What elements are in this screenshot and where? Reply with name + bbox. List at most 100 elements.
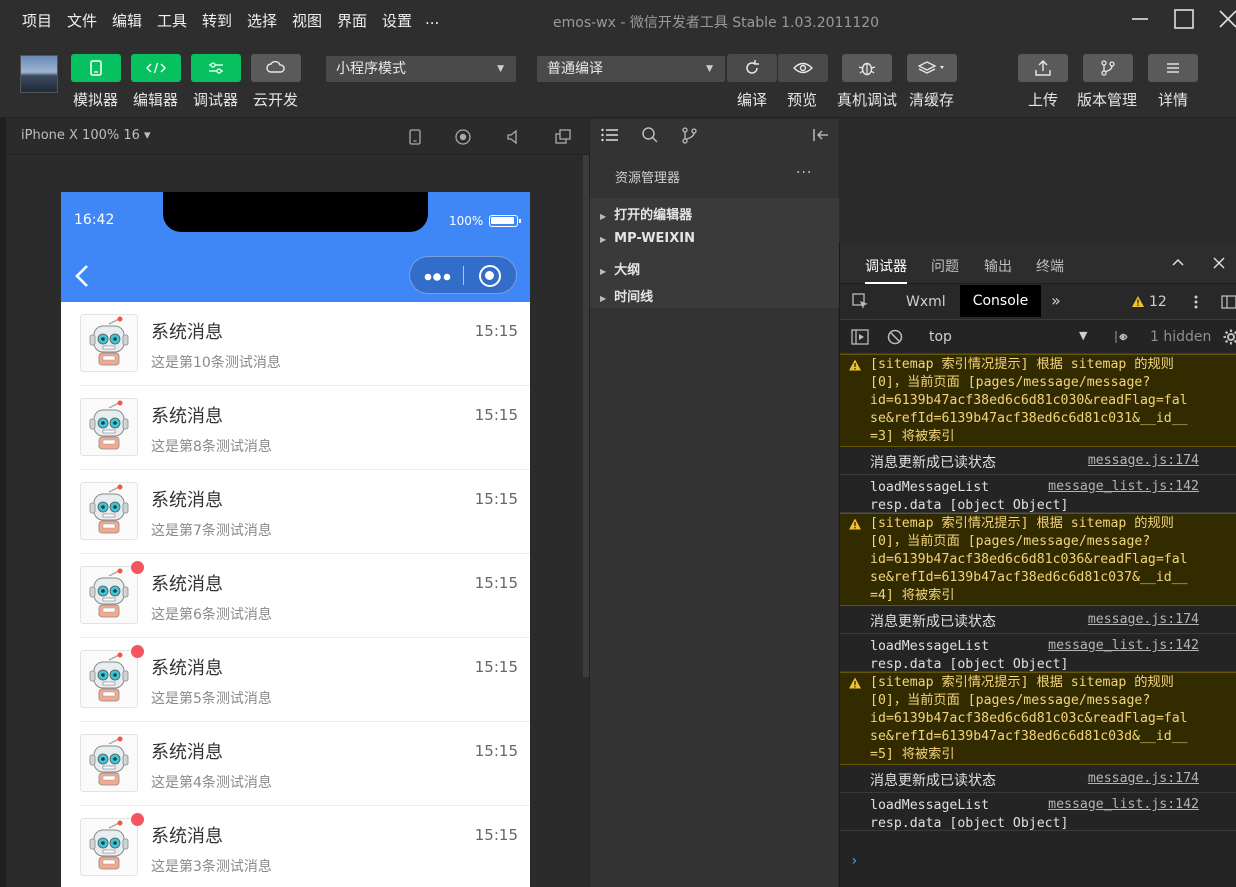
message-subtitle: 这是第6条测试消息: [151, 607, 272, 623]
details-button[interactable]: [1148, 54, 1198, 82]
more-tabs-icon[interactable]: »: [1051, 291, 1061, 310]
menu-select[interactable]: 选择: [247, 10, 277, 31]
inspect-element-icon[interactable]: [852, 293, 870, 311]
console-warning[interactable]: [sitemap 索引情况提示] 根据 sitemap 的规则 [0]，当前页面…: [840, 513, 1236, 606]
kebab-menu-icon[interactable]: [1193, 294, 1199, 310]
compile-label: 编译: [737, 91, 768, 109]
simulator-button[interactable]: [71, 54, 121, 82]
menu-interface[interactable]: 界面: [337, 10, 367, 31]
chevron-up-icon[interactable]: [1171, 256, 1185, 268]
mode-select[interactable]: 小程序模式 ▼: [326, 56, 516, 82]
tree-open-editors[interactable]: ▶ 打开的编辑器: [600, 204, 692, 223]
console-warning[interactable]: [sitemap 索引情况提示] 根据 sitemap 的规则 [0]，当前页面…: [840, 354, 1236, 447]
editor-button[interactable]: [131, 54, 181, 82]
debugger-button[interactable]: [191, 54, 241, 82]
console-warning[interactable]: [sitemap 索引情况提示] 根据 sitemap 的规则 [0]，当前页面…: [840, 672, 1236, 765]
real-debug-label: 真机调试: [837, 91, 898, 109]
collapse-panel-icon[interactable]: [811, 127, 829, 143]
dock-side-icon[interactable]: [1221, 294, 1236, 310]
hidden-count[interactable]: 1 hidden: [1150, 329, 1211, 345]
console-prompt[interactable]: ›: [850, 853, 858, 869]
menu-edit[interactable]: 编辑: [112, 10, 142, 31]
tree-outline[interactable]: ▶ 大纲: [600, 259, 640, 278]
menu-bar: 项目 文件 编辑 工具 转到 选择 视图 界面 设置 ... emos-wx -…: [0, 0, 1236, 42]
user-avatar[interactable]: [20, 55, 58, 93]
simulator-topbar: iPhone X 100% 16 ▾: [6, 119, 589, 155]
warning-text: [sitemap 索引情况提示] 根据 sitemap 的规则 [0]，当前页面…: [870, 357, 1188, 444]
log-source-link[interactable]: message.js:174: [1088, 771, 1199, 786]
clear-cache-button[interactable]: [907, 54, 957, 82]
log-source-link[interactable]: message.js:174: [1088, 453, 1199, 468]
maximize-icon[interactable]: [1173, 8, 1195, 30]
message-title: 系统消息: [151, 742, 223, 763]
close-panel-icon[interactable]: [1212, 256, 1226, 270]
clear-console-icon[interactable]: [887, 329, 903, 345]
log-source-link[interactable]: message_list.js:142: [1048, 638, 1199, 653]
tab-problems[interactable]: 问题: [931, 256, 959, 276]
list-icon[interactable]: [601, 127, 619, 143]
caret-down-icon[interactable]: ▼: [1079, 329, 1087, 342]
eye-filter-icon[interactable]: [1114, 329, 1128, 345]
search-icon[interactable]: [641, 126, 659, 144]
log-source-link[interactable]: message_list.js:142: [1048, 797, 1199, 812]
preview-button[interactable]: [778, 54, 828, 82]
phone-screen: 16:42 100% 系统消息 15:15 这是第10条测试消息 系统消息 15:15 这…: [61, 192, 530, 887]
capsule-menu[interactable]: [409, 256, 517, 294]
compile-button[interactable]: [727, 54, 777, 82]
detach-window-icon[interactable]: [554, 128, 572, 146]
menu-view[interactable]: 视图: [292, 10, 322, 31]
editor-empty-area: [839, 119, 1236, 242]
tab-output[interactable]: 输出: [984, 256, 1012, 276]
upload-button[interactable]: [1018, 54, 1068, 82]
compile-select[interactable]: 普通编译 ▼: [537, 56, 725, 82]
explorer-more-icon[interactable]: ···: [796, 165, 812, 181]
message-item[interactable]: 系统消息 15:15 这是第5条测试消息: [79, 638, 530, 722]
tree-timeline[interactable]: ▶ 时间线: [600, 286, 653, 305]
speaker-icon[interactable]: [505, 128, 523, 146]
message-item[interactable]: 系统消息 15:15 这是第8条测试消息: [79, 386, 530, 470]
menu-goto[interactable]: 转到: [202, 10, 232, 31]
cloud-dev-button[interactable]: [251, 54, 301, 82]
log-source-link[interactable]: message_list.js:142: [1048, 479, 1199, 494]
message-item[interactable]: 系统消息 15:15 这是第3条测试消息: [79, 806, 530, 887]
log-text: loadMessageList resp.data [object Object…: [870, 480, 1069, 513]
version-button[interactable]: [1083, 54, 1133, 82]
record-icon[interactable]: [454, 128, 472, 146]
tree-mp-weixin[interactable]: ▶ MP-WEIXIN: [600, 231, 695, 246]
menu-tools[interactable]: 工具: [157, 10, 187, 31]
tab-debugger[interactable]: 调试器: [865, 256, 907, 284]
minimize-icon[interactable]: [1129, 8, 1151, 30]
window-title: emos-wx - 微信开发者工具 Stable 1.03.2011120: [553, 15, 880, 31]
source-control-icon[interactable]: [680, 126, 698, 144]
chevron-right-icon: ▶: [600, 212, 607, 221]
real-debug-button[interactable]: [842, 54, 892, 82]
warning-count[interactable]: 12: [1149, 294, 1167, 310]
phone-icon[interactable]: [406, 128, 424, 146]
cloud-icon: [266, 61, 285, 73]
message-item[interactable]: 系统消息 15:15 这是第4条测试消息: [79, 722, 530, 806]
tab-console[interactable]: Console: [960, 285, 1041, 317]
context-select[interactable]: top: [929, 329, 952, 345]
message-item[interactable]: 系统消息 15:15 这是第10条测试消息: [79, 302, 530, 386]
tab-terminal[interactable]: 终端: [1036, 256, 1064, 276]
menu-project[interactable]: 项目: [22, 10, 52, 31]
close-icon[interactable]: [1217, 8, 1236, 30]
close-miniprogram-icon[interactable]: [479, 265, 501, 287]
tab-wxml[interactable]: Wxml: [906, 294, 946, 310]
device-select[interactable]: iPhone X 100% 16 ▾: [21, 128, 151, 143]
menu-settings[interactable]: 设置: [382, 10, 412, 31]
menu-more[interactable]: ...: [425, 10, 439, 28]
more-dots-icon[interactable]: [424, 273, 454, 281]
message-title: 系统消息: [151, 826, 223, 847]
phone-icon: [90, 60, 102, 76]
message-item[interactable]: 系统消息 15:15 这是第7条测试消息: [79, 470, 530, 554]
message-subtitle: 这是第7条测试消息: [151, 523, 272, 539]
gear-icon[interactable]: [1223, 329, 1236, 345]
log-source-link[interactable]: message.js:174: [1088, 612, 1199, 627]
chevron-right-icon: ▶: [600, 267, 607, 276]
explorer-tree: ▶ 打开的编辑器 ▶ MP-WEIXIN ▶ 大纲 ▶ 时间线: [590, 198, 839, 308]
menu-file[interactable]: 文件: [67, 10, 97, 31]
back-arrow-icon[interactable]: [73, 264, 91, 288]
message-item[interactable]: 系统消息 15:15 这是第6条测试消息: [79, 554, 530, 638]
sidebar-toggle-icon[interactable]: [851, 329, 869, 345]
